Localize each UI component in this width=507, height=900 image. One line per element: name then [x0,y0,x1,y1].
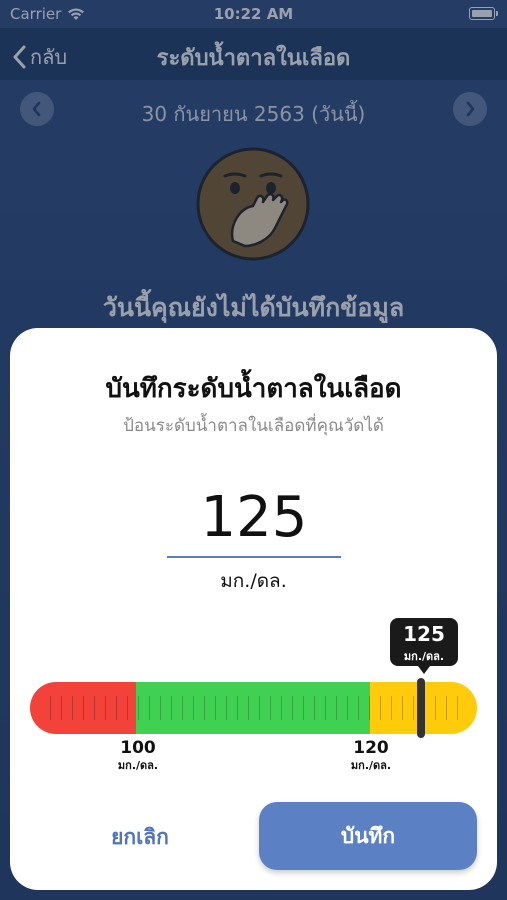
slider-tick [259,696,260,720]
slider-tick [402,696,403,720]
slider-tick [325,696,326,720]
slider-tick [358,696,359,720]
slider-tick [193,696,194,720]
slider-tick [369,696,370,720]
slider-handle[interactable] [417,678,425,738]
slider-tick [314,696,315,720]
sheet-subtitle: ป้อนระดับน้ำตาลในเลือดที่คุณวัดได้ [123,416,384,436]
glucose-range-slider[interactable] [30,682,477,734]
threshold-label-low: 100 มก./ดล. [104,738,172,774]
cancel-button[interactable]: ยกเลิก [70,804,210,870]
record-glucose-sheet: บันทึกระดับน้ำตาลในเลือด ป้อนระดับน้ำตาล… [10,328,497,890]
slider-tick [72,696,73,720]
slider-ticks [30,696,477,720]
gauge-value-bubble: 125 มก./ดล. [390,618,458,674]
slider-tick [292,696,293,720]
slider-tick [83,696,84,720]
slider-tick [457,696,458,720]
slider-tick [303,696,304,720]
slider-tick [446,696,447,720]
slider-tick [391,696,392,720]
threshold-value: 100 [120,738,156,758]
slider-tick [160,696,161,720]
slider-tick [149,696,150,720]
slider-tick [138,696,139,720]
slider-tick [347,696,348,720]
slider-tick [270,696,271,720]
slider-tick [94,696,95,720]
threshold-unit: มก./ดล. [350,759,392,772]
slider-tick [204,696,205,720]
slider-tick [50,696,51,720]
slider-tick [435,696,436,720]
slider-tick [116,696,117,720]
threshold-unit: มก./ดล. [117,759,159,772]
slider-tick [226,696,227,720]
threshold-label-high: 120 มก./ดล. [337,738,405,774]
slider-tick [248,696,249,720]
glucose-value-input[interactable] [167,478,341,558]
gauge-current-value: 125 [403,622,445,646]
slider-tick [380,696,381,720]
threshold-value: 120 [353,738,389,758]
slider-tick [281,696,282,720]
sheet-title: บันทึกระดับน้ำตาลในเลือด [105,374,402,404]
slider-tick [105,696,106,720]
gauge-current-unit: มก./ดล. [403,650,445,663]
glucose-unit: มก./ดล. [220,570,287,592]
slider-tick [61,696,62,720]
slider-tick [171,696,172,720]
slider-tick [237,696,238,720]
slider-tick [215,696,216,720]
slider-tick [413,696,414,720]
slider-tick [336,696,337,720]
slider-tick [182,696,183,720]
save-button[interactable]: บันทึก [259,802,477,870]
slider-tick [127,696,128,720]
